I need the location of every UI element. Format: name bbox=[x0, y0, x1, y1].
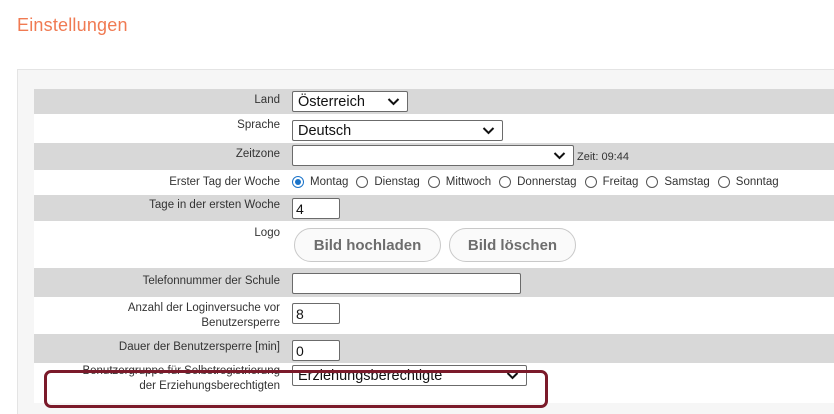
first-day-radio-group: Montag Dienstag Mittwoch Donnerstag Frei… bbox=[292, 176, 787, 188]
radio-option-samstag[interactable]: Samstag bbox=[646, 176, 717, 188]
row-login-attempts: Anzahl der Loginversuche vor Benutzerspe… bbox=[34, 297, 834, 334]
radio-icon bbox=[356, 176, 369, 188]
login-attempts-input[interactable] bbox=[292, 303, 340, 324]
row-land: Land Österreich bbox=[34, 89, 834, 114]
radio-option-freitag[interactable]: Freitag bbox=[584, 176, 647, 188]
radio-option-mittwoch[interactable]: Mittwoch bbox=[427, 176, 499, 188]
row-zeitzone: Zeitzone Zeit: 09:44 bbox=[34, 143, 834, 170]
row-sprache: Sprache Deutsch bbox=[34, 114, 834, 143]
radio-label: Samstag bbox=[664, 176, 710, 188]
label-logo: Logo bbox=[254, 227, 280, 239]
radio-icon bbox=[499, 176, 512, 188]
radio-icon bbox=[427, 176, 440, 188]
radio-label: Dienstag bbox=[374, 176, 420, 188]
radio-option-montag[interactable]: Montag bbox=[292, 176, 356, 188]
label-sprache: Sprache bbox=[237, 119, 280, 131]
page-title: Einstellungen bbox=[17, 15, 128, 35]
radio-label: Mittwoch bbox=[445, 176, 492, 188]
land-select[interactable]: Österreich bbox=[292, 91, 408, 112]
upload-image-button[interactable]: Bild hochladen bbox=[294, 228, 441, 262]
row-lock-duration: Dauer der Benutzersperre [min] bbox=[34, 334, 834, 363]
current-time-text: Zeit: 09:44 bbox=[577, 151, 629, 163]
phone-input[interactable] bbox=[292, 273, 521, 294]
lock-duration-input[interactable] bbox=[292, 340, 340, 361]
label-login-attempts-line2: Benutzersperre bbox=[201, 317, 280, 329]
radio-label: Montag bbox=[310, 176, 349, 188]
radio-selected-icon bbox=[292, 176, 304, 188]
label-lock-duration: Dauer der Benutzersperre [min] bbox=[118, 341, 280, 353]
sprache-select[interactable]: Deutsch bbox=[292, 120, 503, 141]
row-logo: Logo Bild hochladen Bild löschen bbox=[34, 221, 834, 268]
chevron-down-icon bbox=[387, 98, 400, 106]
radio-icon bbox=[646, 176, 659, 188]
radio-label: Freitag bbox=[602, 176, 639, 188]
chevron-down-icon bbox=[553, 152, 566, 160]
radio-option-dienstag[interactable]: Dienstag bbox=[356, 176, 427, 188]
label-login-attempts: Anzahl der Loginversuche vor Benutzerspe… bbox=[34, 301, 280, 331]
row-first-week-days: Tage in der ersten Woche bbox=[34, 195, 834, 221]
zeitzone-select[interactable] bbox=[292, 145, 574, 166]
label-first-week-days: Tage in der ersten Woche bbox=[149, 199, 280, 211]
sprache-select-value: Deutsch bbox=[298, 123, 352, 139]
label-phone: Telefonnummer der Schule bbox=[142, 275, 280, 287]
row-phone: Telefonnummer der Schule bbox=[34, 268, 834, 297]
label-login-attempts-line1: Anzahl der Loginversuche vor bbox=[127, 302, 280, 314]
radio-label: Sonntag bbox=[735, 176, 779, 188]
radio-label: Donnerstag bbox=[517, 176, 577, 188]
radio-icon bbox=[584, 176, 597, 188]
land-select-value: Österreich bbox=[298, 94, 365, 110]
first-week-days-input[interactable] bbox=[292, 198, 340, 219]
settings-form: Land Österreich Sprache Deutsch Zeitzone… bbox=[34, 89, 834, 403]
label-first-day: Erster Tag der Woche bbox=[169, 176, 280, 188]
row-first-day: Erster Tag der Woche Montag Dienstag Mit… bbox=[34, 170, 834, 195]
delete-image-button[interactable]: Bild löschen bbox=[449, 228, 576, 262]
chevron-down-icon bbox=[482, 127, 495, 135]
label-land: Land bbox=[254, 94, 280, 106]
highlight-box bbox=[44, 370, 548, 408]
radio-icon bbox=[717, 176, 730, 188]
radio-option-sonntag[interactable]: Sonntag bbox=[717, 176, 787, 188]
radio-option-donnerstag[interactable]: Donnerstag bbox=[499, 176, 584, 188]
label-zeitzone: Zeitzone bbox=[235, 148, 280, 160]
